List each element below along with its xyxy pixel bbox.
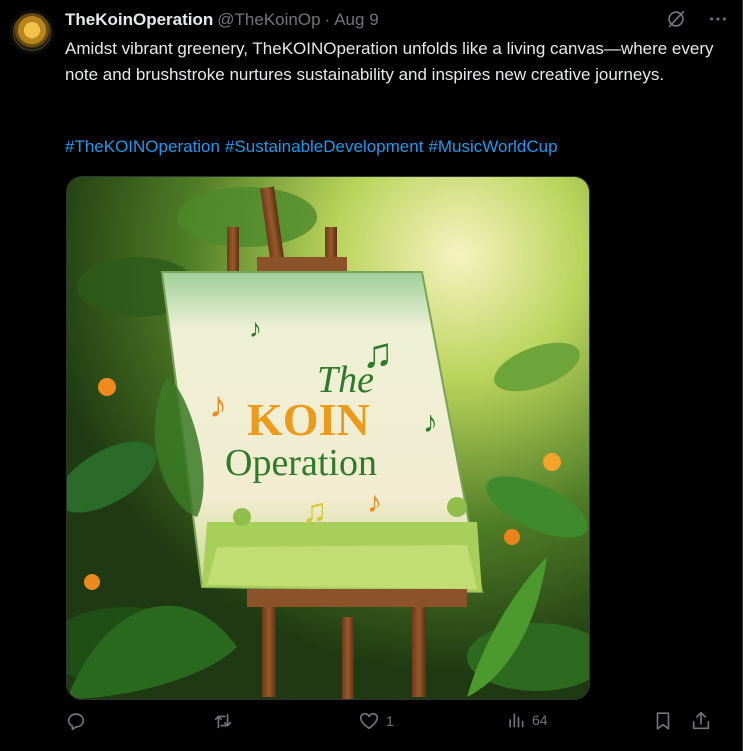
music-note-icon: ♪ (249, 314, 262, 343)
painting-title-line3: Operation (225, 442, 377, 484)
grok-icon[interactable] (665, 8, 687, 30)
bookmark-button[interactable] (652, 710, 674, 732)
bookmark-icon (652, 710, 674, 732)
more-icon[interactable] (707, 8, 729, 30)
hashtag-sustainabledevelopment[interactable]: #SustainableDevelopment (225, 137, 423, 156)
tweet-date[interactable]: Aug 9 (334, 10, 378, 30)
tweet-text: Amidst vibrant greenery, TheKOINOperatio… (65, 39, 714, 84)
hashtag-list: #TheKOINOperation #SustainableDevelopment… (65, 134, 563, 160)
like-count: 1 (386, 713, 394, 729)
separator-dot: · (324, 10, 331, 29)
avatar-logo (13, 13, 51, 51)
music-note-icon: ♪ (209, 385, 227, 425)
views-count: 64 (532, 712, 548, 728)
avatar[interactable] (10, 10, 54, 54)
reply-button[interactable] (65, 710, 93, 732)
like-button[interactable]: 1 (358, 710, 394, 732)
user-handle[interactable]: @TheKoinOp (217, 10, 320, 30)
display-name[interactable]: TheKoinOperation (65, 10, 213, 30)
music-note-icon: ♫ (302, 493, 328, 530)
music-note-icon: ♪ (423, 406, 438, 439)
views-icon (506, 710, 526, 730)
retweet-icon (212, 710, 234, 732)
action-bar: 1 64 (65, 710, 725, 744)
header-icons (665, 8, 729, 30)
hashtag-thekoinoperation[interactable]: #TheKOINOperation (65, 137, 220, 156)
like-icon (358, 710, 380, 732)
views-button[interactable]: 64 (506, 710, 548, 730)
share-icon (690, 710, 712, 732)
tweet-image[interactable]: ♪ ♫ ♪ ♪ ♫ ♪ The KOIN Operation (66, 176, 590, 700)
share-button[interactable] (690, 710, 712, 732)
music-note-icon: ♪ (367, 486, 382, 519)
tweet-header: TheKoinOperation @TheKoinOp · Aug 9 (65, 8, 731, 32)
painting-illustration: ♪ ♫ ♪ ♪ ♫ ♪ The KOIN Operation (67, 177, 589, 699)
painting-title-line2: KOIN (247, 394, 370, 445)
reply-icon (65, 710, 87, 732)
retweet-button[interactable] (212, 710, 240, 732)
hashtag-musicworldcup[interactable]: #MusicWorldCup (428, 137, 557, 156)
